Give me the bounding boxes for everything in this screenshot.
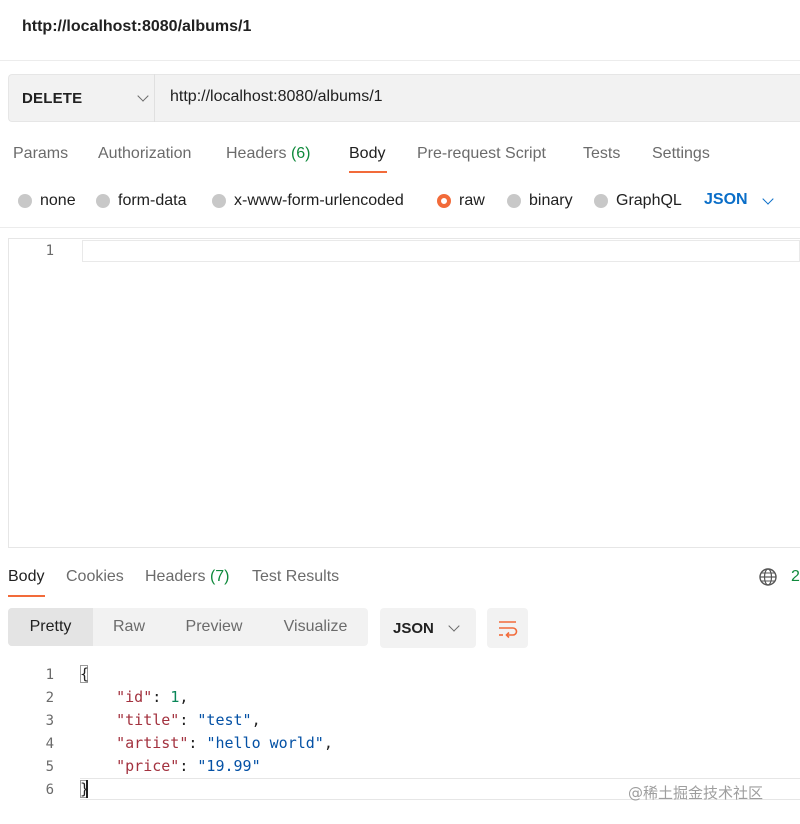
wrap-lines-button[interactable] bbox=[487, 608, 528, 648]
view-pretty-button[interactable]: Pretty bbox=[8, 608, 93, 646]
chevron-down-icon bbox=[137, 90, 149, 102]
view-raw-button[interactable]: Raw bbox=[93, 608, 165, 646]
raw-format-select[interactable]: JSON bbox=[704, 191, 748, 209]
json-string-value: "hello world" bbox=[206, 734, 324, 752]
tab-headers-label: Headers bbox=[226, 145, 287, 162]
response-line-number: 1 bbox=[45, 667, 54, 683]
tab-params[interactable]: Params bbox=[13, 145, 68, 163]
chevron-down-icon bbox=[448, 620, 460, 632]
url-input[interactable]: http://localhost:8080/albums/1 bbox=[170, 88, 383, 106]
tab-body[interactable]: Body bbox=[349, 145, 385, 163]
body-divider bbox=[0, 227, 800, 228]
radio-label: none bbox=[40, 192, 76, 209]
response-format-select[interactable]: JSON bbox=[380, 608, 476, 648]
radio-label: binary bbox=[529, 192, 573, 209]
radio-label: form-data bbox=[118, 192, 187, 209]
json-string-value: "19.99" bbox=[197, 757, 261, 775]
active-tab-indicator bbox=[349, 171, 387, 173]
request-body-editor[interactable] bbox=[8, 238, 800, 548]
tab-headers[interactable]: Headers (6) bbox=[226, 145, 311, 163]
radio-raw-selected[interactable] bbox=[437, 194, 451, 208]
body-type-raw[interactable]: raw bbox=[437, 190, 485, 212]
chevron-down-icon[interactable] bbox=[762, 193, 774, 205]
active-response-tab-indicator bbox=[8, 595, 45, 597]
radio-label: raw bbox=[459, 192, 485, 209]
body-type-graphql[interactable]: GraphQL bbox=[594, 190, 682, 212]
json-key: "id" bbox=[116, 688, 153, 706]
json-number-value: 1 bbox=[170, 688, 180, 706]
json-comma: , bbox=[251, 711, 261, 729]
method-select[interactable]: DELETE bbox=[8, 74, 155, 122]
editor-line-number: 1 bbox=[45, 243, 54, 259]
response-tab-cookies[interactable]: Cookies bbox=[66, 568, 124, 586]
response-line-number: 3 bbox=[45, 713, 54, 729]
tab-pre-request-script[interactable]: Pre-request Script bbox=[417, 145, 546, 163]
radio-none[interactable] bbox=[18, 194, 32, 208]
tab-authorization[interactable]: Authorization bbox=[98, 145, 191, 163]
response-headers-count-badge: (7) bbox=[209, 568, 230, 585]
json-line-title: "title": "test", bbox=[80, 711, 261, 729]
title-divider bbox=[0, 60, 800, 61]
response-status: 2 bbox=[791, 568, 800, 585]
body-type-urlencoded[interactable]: x-www-form-urlencoded bbox=[212, 190, 404, 212]
response-tab-body[interactable]: Body bbox=[8, 568, 44, 586]
radio-binary[interactable] bbox=[507, 194, 521, 208]
response-line-number: 6 bbox=[45, 782, 54, 798]
json-key: "title" bbox=[116, 711, 180, 729]
json-colon: : bbox=[179, 711, 198, 729]
response-tab-headers[interactable]: Headers (7) bbox=[145, 568, 230, 586]
body-type-binary[interactable]: binary bbox=[507, 190, 573, 212]
radio-graphql[interactable] bbox=[594, 194, 608, 208]
tab-settings[interactable]: Settings bbox=[652, 145, 710, 163]
json-comma: , bbox=[179, 688, 189, 706]
json-line-id: "id": 1, bbox=[80, 688, 188, 706]
json-open-brace: { bbox=[80, 665, 90, 683]
response-format-label: JSON bbox=[393, 619, 434, 637]
editor-current-line[interactable] bbox=[82, 240, 800, 262]
response-line-number: 2 bbox=[45, 690, 54, 706]
response-tab-headers-label: Headers bbox=[145, 568, 206, 585]
json-comma: , bbox=[323, 734, 333, 752]
view-visualize-button[interactable]: Visualize bbox=[263, 608, 368, 646]
wrap-lines-icon bbox=[499, 621, 518, 639]
headers-count-badge: (6) bbox=[290, 145, 311, 162]
body-type-form-data[interactable]: form-data bbox=[96, 190, 186, 212]
json-line-price: "price": "19.99" bbox=[80, 757, 261, 775]
view-preview-button[interactable]: Preview bbox=[165, 608, 263, 646]
radio-label: GraphQL bbox=[616, 192, 682, 209]
response-line-number: 4 bbox=[45, 736, 54, 752]
method-label: DELETE bbox=[22, 89, 83, 107]
text-cursor bbox=[86, 780, 88, 798]
globe-icon[interactable] bbox=[758, 567, 778, 587]
json-key: "artist" bbox=[116, 734, 189, 752]
radio-urlencoded[interactable] bbox=[212, 194, 226, 208]
json-key: "price" bbox=[116, 757, 180, 775]
body-type-none[interactable]: none bbox=[18, 190, 76, 212]
radio-form-data[interactable] bbox=[96, 194, 110, 208]
tab-tests[interactable]: Tests bbox=[583, 145, 620, 163]
json-string-value: "test" bbox=[197, 711, 252, 729]
json-line-artist: "artist": "hello world", bbox=[80, 734, 333, 752]
watermark: @稀土掘金技术社区 bbox=[628, 784, 764, 802]
request-title: http://localhost:8080/albums/1 bbox=[22, 18, 252, 35]
response-line-number: 5 bbox=[45, 759, 54, 775]
json-colon: : bbox=[188, 734, 207, 752]
json-colon: : bbox=[152, 688, 171, 706]
response-tab-test-results[interactable]: Test Results bbox=[252, 568, 339, 586]
json-colon: : bbox=[179, 757, 198, 775]
radio-label: x-www-form-urlencoded bbox=[234, 192, 404, 209]
